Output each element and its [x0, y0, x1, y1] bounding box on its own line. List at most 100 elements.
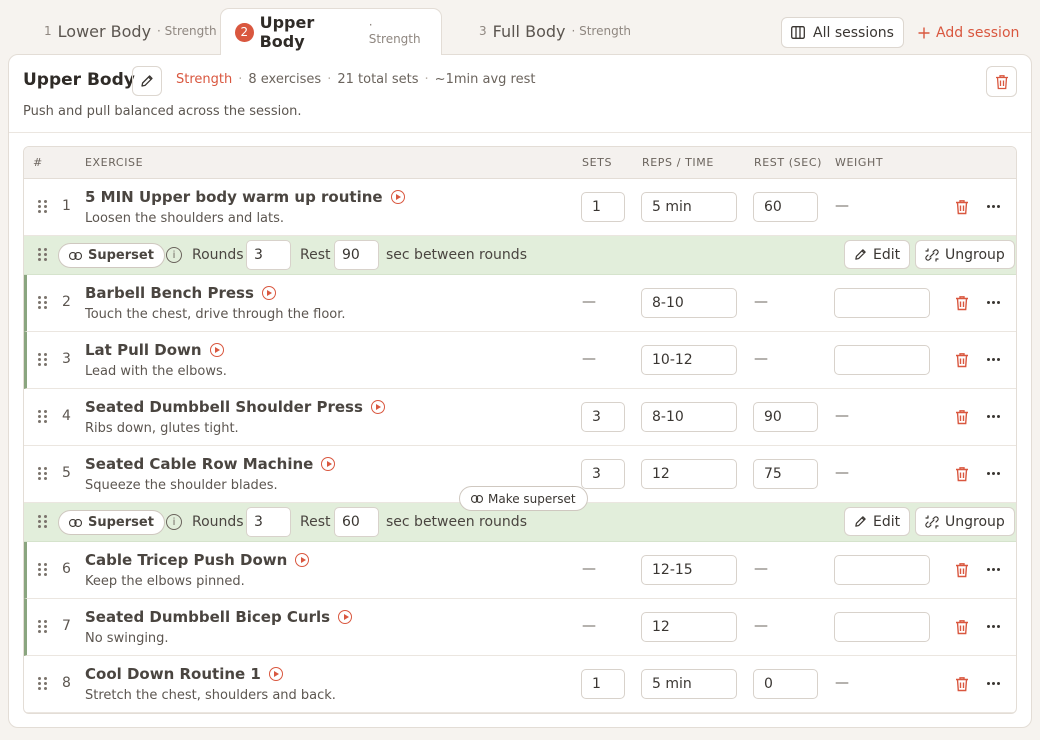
superset-rest-input[interactable]: 90 [334, 240, 379, 270]
delete-exercise-button[interactable] [955, 199, 969, 215]
weight-input[interactable] [834, 345, 930, 375]
ungroup-button[interactable]: Ungroup [915, 240, 1015, 269]
exercise-name[interactable]: Barbell Bench Press [85, 284, 254, 302]
edit-label: Edit [873, 246, 901, 263]
sets-input[interactable]: 1 [581, 192, 625, 222]
tab-lower-body[interactable]: 1 Lower Body · Strength [30, 8, 231, 54]
reps-input[interactable]: 8-10 [641, 288, 737, 318]
add-session-button[interactable]: Add session [918, 17, 1019, 48]
tab-kind: · Strength [571, 24, 632, 38]
more-options-icon[interactable] [987, 301, 1001, 305]
more-options-icon[interactable] [987, 568, 1001, 572]
play-video-icon[interactable] [390, 190, 405, 204]
row-number: 8 [62, 675, 71, 691]
delete-exercise-button[interactable] [955, 676, 969, 692]
rounds-label: Rounds [192, 247, 244, 263]
delete-exercise-button[interactable] [955, 562, 969, 578]
edit-session-button[interactable] [132, 66, 162, 96]
superset-pill[interactable]: Superset [58, 243, 165, 268]
delete-exercise-button[interactable] [955, 352, 969, 368]
session-category: Strength [176, 72, 233, 87]
make-superset-button[interactable]: Make superset [459, 486, 588, 511]
sets-input[interactable]: 3 [581, 459, 625, 489]
more-options-icon[interactable] [987, 358, 1001, 362]
meta-separator: · [238, 72, 243, 87]
more-options-icon[interactable] [987, 415, 1001, 419]
more-options-icon[interactable] [987, 205, 1001, 209]
delete-exercise-button[interactable] [955, 295, 969, 311]
exercise-name[interactable]: 5 MIN Upper body warm up routine [85, 188, 383, 206]
exercise-note: Squeeze the shoulder blades. [85, 478, 278, 493]
drag-handle[interactable] [38, 515, 47, 529]
drag-handle[interactable] [38, 563, 47, 577]
more-options-icon[interactable] [987, 625, 1001, 629]
play-video-icon[interactable] [268, 667, 283, 681]
drag-handle[interactable] [38, 353, 47, 367]
reps-input[interactable]: 10-12 [641, 345, 737, 375]
superset-rest-input[interactable]: 60 [334, 507, 379, 537]
play-video-icon[interactable] [209, 343, 224, 357]
trash-icon [956, 353, 968, 368]
all-sessions-button[interactable]: All sessions [781, 17, 904, 48]
rest-input[interactable]: 60 [753, 192, 818, 222]
row-number: 4 [62, 408, 71, 424]
sets-input[interactable]: 1 [581, 669, 625, 699]
rounds-input[interactable]: 3 [246, 507, 291, 537]
reps-input[interactable]: 12-15 [641, 555, 737, 585]
exercise-name[interactable]: Seated Cable Row Machine [85, 455, 313, 473]
rest-input[interactable]: 75 [753, 459, 818, 489]
play-video-icon[interactable] [261, 286, 276, 300]
reps-input[interactable]: 8-10 [641, 402, 737, 432]
more-options-icon[interactable] [987, 472, 1001, 476]
session-card: Upper Body Strength · 8 exercises · 21 t… [8, 54, 1032, 728]
sets-input[interactable]: 3 [581, 402, 625, 432]
row-number: 5 [62, 465, 71, 481]
play-video-icon[interactable] [370, 400, 385, 414]
drag-handle[interactable] [38, 248, 47, 262]
info-icon[interactable]: i [166, 514, 182, 530]
reps-input[interactable]: 12 [641, 612, 737, 642]
tab-full-body[interactable]: 3 Full Body · Strength [465, 8, 645, 54]
weight-input[interactable] [834, 612, 930, 642]
drag-handle[interactable] [38, 677, 47, 691]
drag-handle[interactable] [38, 410, 47, 424]
reps-input[interactable]: 5 min [641, 669, 737, 699]
col-reps: REPS / TIME [642, 156, 714, 169]
rest-input[interactable]: 90 [753, 402, 818, 432]
tab-upper-body[interactable]: 2 Upper Body · Strength [220, 8, 442, 55]
exercise-name[interactable]: Lat Pull Down [85, 341, 202, 359]
delete-exercise-button[interactable] [955, 466, 969, 482]
reps-input[interactable]: 12 [641, 459, 737, 489]
exercise-note: Stretch the chest, shoulders and back. [85, 688, 336, 703]
drag-handle[interactable] [38, 467, 47, 481]
rest-input[interactable]: 0 [753, 669, 818, 699]
exercise-name[interactable]: Seated Dumbbell Bicep Curls [85, 608, 330, 626]
delete-exercise-button[interactable] [955, 409, 969, 425]
exercise-name[interactable]: Seated Dumbbell Shoulder Press [85, 398, 363, 416]
drag-handle[interactable] [38, 200, 47, 214]
edit-superset-button[interactable]: Edit [844, 507, 911, 536]
rest-label: Rest [300, 247, 331, 263]
ungroup-button[interactable]: Ungroup [915, 507, 1015, 536]
weight-input[interactable] [834, 288, 930, 318]
exercise-name[interactable]: Cable Tricep Push Down [85, 551, 287, 569]
info-icon[interactable]: i [166, 247, 182, 263]
play-video-icon[interactable] [321, 457, 336, 471]
exercise-name-wrap: Seated Dumbbell Shoulder Press [85, 398, 385, 416]
play-video-icon[interactable] [338, 610, 353, 624]
ungroup-label: Ungroup [945, 246, 1005, 263]
more-options-icon[interactable] [987, 682, 1001, 686]
avg-rest: ~1min avg rest [434, 72, 536, 87]
delete-session-button[interactable] [986, 66, 1017, 97]
reps-input[interactable]: 5 min [641, 192, 737, 222]
exercise-name[interactable]: Cool Down Routine 1 [85, 665, 261, 683]
superset-pill[interactable]: Superset [58, 510, 165, 535]
drag-handle[interactable] [38, 620, 47, 634]
edit-superset-button[interactable]: Edit [844, 240, 911, 269]
weight-input[interactable] [834, 555, 930, 585]
play-video-icon[interactable] [295, 553, 310, 567]
row-number: 3 [62, 351, 71, 367]
drag-handle[interactable] [38, 296, 47, 310]
delete-exercise-button[interactable] [955, 619, 969, 635]
rounds-input[interactable]: 3 [246, 240, 291, 270]
